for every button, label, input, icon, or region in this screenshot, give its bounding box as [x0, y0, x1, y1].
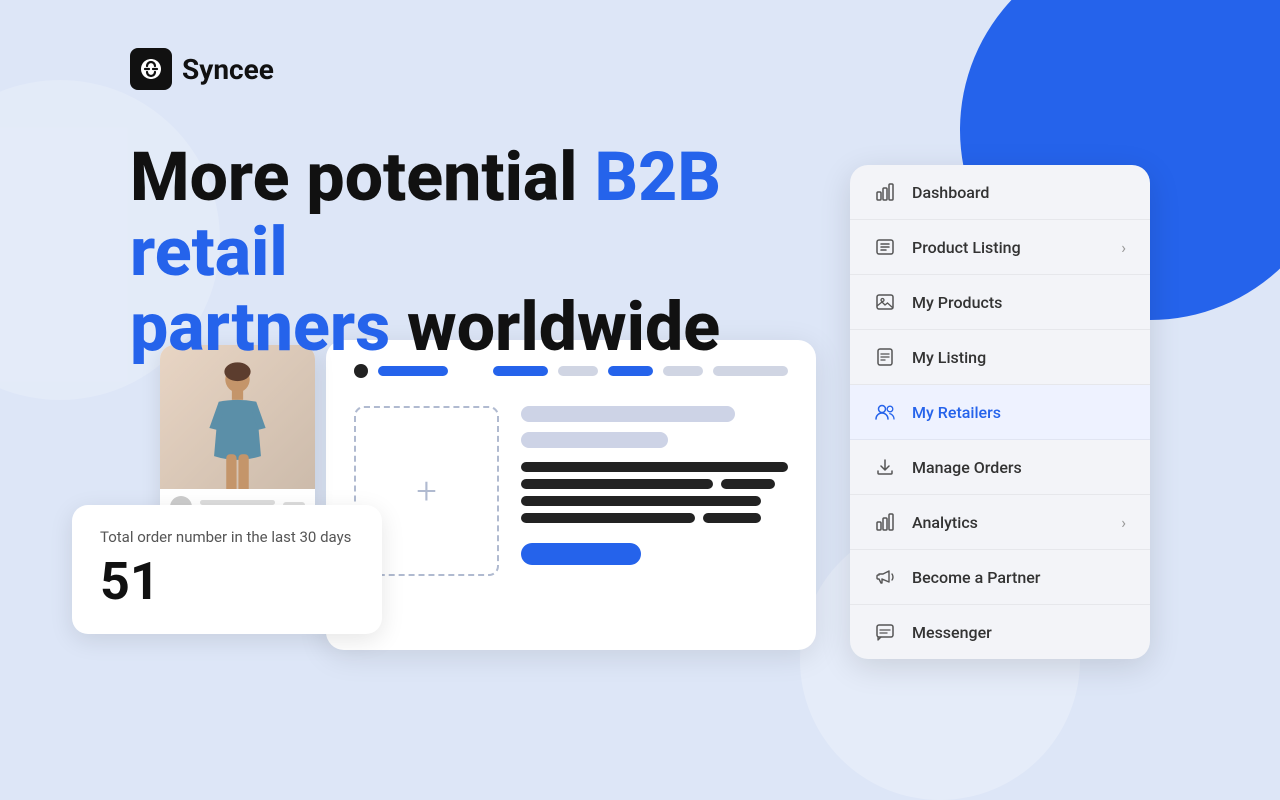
nav-label-my-products: My Products — [912, 293, 1126, 312]
headline-worldwide: worldwide — [390, 287, 720, 367]
download-icon — [874, 456, 896, 478]
megaphone-icon — [874, 566, 896, 588]
text-line-2a — [521, 479, 713, 489]
nav-item-my-retailers[interactable]: My Retailers — [850, 385, 1150, 440]
text-line-1 — [521, 462, 788, 472]
headline-partners: partners — [130, 287, 390, 367]
panel-bar-4 — [663, 366, 703, 376]
logo-area: Syncee — [130, 48, 274, 90]
stats-value: 51 — [100, 556, 354, 608]
panel-field-1 — [521, 406, 735, 422]
panel-bar-1 — [493, 366, 548, 376]
ui-panel: + — [326, 340, 816, 650]
logo-icon — [130, 48, 172, 90]
doc-icon — [874, 346, 896, 368]
nav-item-analytics[interactable]: Analytics › — [850, 495, 1150, 550]
nav-label-my-listing: My Listing — [912, 348, 1126, 367]
list-icon — [874, 236, 896, 258]
nav-item-my-listing[interactable]: My Listing — [850, 330, 1150, 385]
nav-label-product-listing: Product Listing — [912, 238, 1105, 257]
panel-body: + — [354, 406, 788, 576]
nav-label-messenger: Messenger — [912, 623, 1126, 642]
image-icon — [874, 291, 896, 313]
headline-more: More potential — [130, 137, 594, 217]
nav-label-dashboard: Dashboard — [912, 183, 1126, 202]
nav-card: Dashboard Product Listing › My Products — [850, 165, 1150, 659]
nav-label-my-retailers: My Retailers — [912, 403, 1126, 422]
panel-text-group — [521, 462, 788, 523]
chart-bar-icon — [874, 181, 896, 203]
nav-label-manage-orders: Manage Orders — [912, 458, 1126, 477]
panel-bar-3 — [608, 366, 653, 376]
text-line-4b — [703, 513, 762, 523]
brand-name: Syncee — [182, 53, 274, 86]
nav-label-become-partner: Become a Partner — [912, 568, 1126, 587]
nav-item-product-listing[interactable]: Product Listing › — [850, 220, 1150, 275]
nav-item-become-partner[interactable]: Become a Partner — [850, 550, 1150, 605]
plus-icon: + — [416, 470, 436, 512]
panel-bar-2 — [558, 366, 598, 376]
panel-bar-5 — [713, 366, 788, 376]
text-line-2-row — [521, 479, 788, 489]
nav-item-messenger[interactable]: Messenger — [850, 605, 1150, 659]
panel-bar-blue — [378, 366, 448, 376]
nav-label-analytics: Analytics — [912, 513, 1105, 532]
person-silhouette — [200, 361, 275, 509]
users-icon — [874, 401, 896, 423]
text-line-2b — [721, 479, 774, 489]
panel-right — [521, 406, 788, 576]
analytics-icon — [874, 511, 896, 533]
headline: More potential B2B retail partners world… — [130, 140, 810, 364]
text-line-4a — [521, 513, 695, 523]
nav-item-dashboard[interactable]: Dashboard — [850, 165, 1150, 220]
text-line-3 — [521, 496, 761, 506]
chevron-right-icon: › — [1121, 238, 1126, 257]
stats-label: Total order number in the last 30 days — [100, 527, 354, 548]
text-line-4-row — [521, 513, 788, 523]
message-icon — [874, 621, 896, 643]
product-image-card — [160, 345, 315, 525]
nav-item-my-products[interactable]: My Products — [850, 275, 1150, 330]
panel-field-2 — [521, 432, 668, 448]
nav-item-manage-orders[interactable]: Manage Orders — [850, 440, 1150, 495]
stats-card: Total order number in the last 30 days 5… — [72, 505, 382, 634]
chevron-right-icon-analytics: › — [1121, 513, 1126, 532]
panel-action-button[interactable] — [521, 543, 641, 565]
